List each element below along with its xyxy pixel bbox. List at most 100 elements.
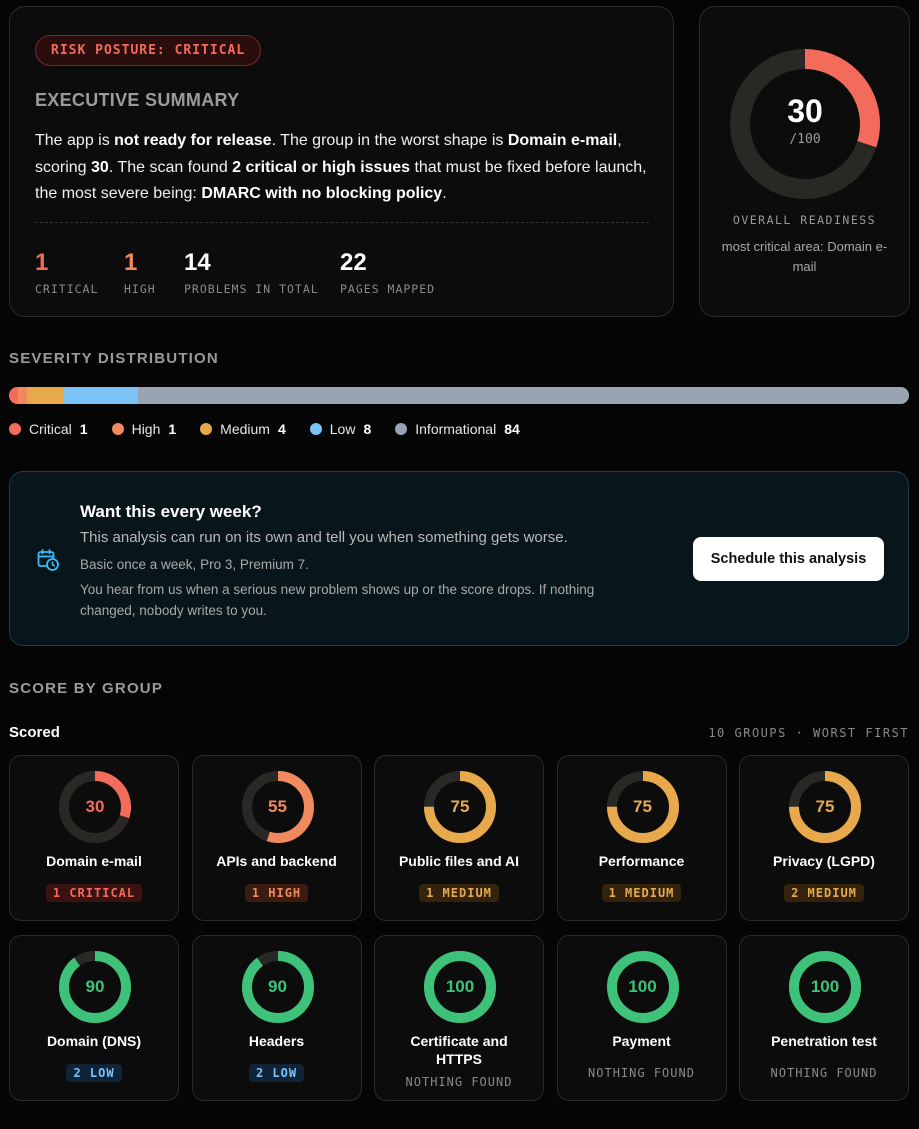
group-score: 75: [815, 797, 835, 816]
summary-text-emphasis: 30: [91, 158, 109, 176]
group-score: 100: [810, 977, 840, 996]
legend-item-low: Low 8: [309, 421, 372, 437]
group-card[interactable]: 75 Privacy (LGPD) 2 MEDIUM: [739, 755, 909, 921]
stat-total-value: 14: [184, 249, 211, 276]
severity-bar: [9, 387, 909, 404]
group-score: 75: [450, 797, 470, 816]
schedule-analysis-button[interactable]: Schedule this analysis: [693, 537, 884, 581]
group-status-badge: 2 LOW: [66, 1064, 122, 1082]
severity-segment-high: [18, 387, 28, 404]
risk-posture-badge: RISK POSTURE: CRITICAL: [35, 35, 262, 66]
group-card[interactable]: 30 Domain e-mail 1 CRITICAL: [9, 755, 179, 921]
summary-text-part: The app is: [35, 132, 115, 149]
readiness-label: OVERALL READINESS: [732, 213, 877, 227]
legend-dot: [200, 423, 213, 435]
group-name: Headers: [248, 1033, 305, 1049]
group-status-badge: 1 MEDIUM: [419, 884, 499, 902]
readiness-max: /100: [789, 132, 821, 147]
overall-readiness-card: 30 /100 OVERALL READINESS most critical …: [699, 6, 910, 317]
legend-item-medium: Medium 4: [200, 421, 286, 437]
readiness-critical-area: most critical area: Domain e-mail: [721, 239, 888, 274]
legend-item-high: High 1: [111, 421, 177, 437]
group-name: APIs and backend: [216, 853, 337, 869]
group-card[interactable]: 55 APIs and backend 1 HIGH: [191, 755, 362, 921]
stat-total-label: PROBLEMS IN TOTAL: [184, 282, 319, 296]
legend-dot: [111, 423, 124, 435]
legend-label: High: [131, 421, 161, 437]
calendar-clock-icon: [37, 549, 59, 571]
legend-label: Critical: [29, 421, 72, 437]
group-badge-wrap: 2 LOW: [10, 1064, 178, 1082]
severity-segment-low: [64, 387, 138, 404]
severity-distribution-heading: SEVERITY DISTRIBUTION: [9, 350, 219, 367]
group-card[interactable]: 75 Performance 1 MEDIUM: [556, 755, 727, 921]
stat-high-value: 1: [124, 249, 138, 276]
group-card[interactable]: 75 Public files and AI 1 MEDIUM: [374, 755, 544, 921]
group-name: Public files and AI: [398, 853, 520, 869]
legend-label: Low: [329, 421, 356, 437]
legend-dot: [395, 423, 408, 435]
group-card[interactable]: 90 Headers 2 LOW: [191, 935, 362, 1101]
group-name: Domain e-mail: [46, 853, 142, 869]
legend-count: 1: [79, 421, 88, 437]
summary-text-part: . The group in the worst shape is: [271, 132, 508, 149]
group-score: 30: [85, 797, 105, 816]
schedule-notice: You hear from us when a serious new prob…: [80, 582, 595, 618]
stat-pages-label: PAGES MAPPED: [340, 282, 436, 296]
legend-item-informational: Informational 84: [395, 421, 520, 437]
readiness-score: 30: [787, 93, 823, 129]
group-score: 100: [445, 977, 475, 996]
summary-text-part: that must be fixed before launch,: [410, 158, 647, 176]
schedule-title: Want this every week?: [80, 502, 262, 521]
group-card[interactable]: 100 Payment NOTHING FOUND: [556, 935, 727, 1101]
summary-text-emphasis: DMARC with no blocking policy: [201, 185, 443, 202]
summary-text-part: scoring: [35, 158, 92, 176]
group-badge-wrap: NOTHING FOUND: [740, 1064, 908, 1082]
schedule-plans: Basic once a week, Pro 3, Premium 7.: [80, 557, 309, 572]
group-badge-wrap: NOTHING FOUND: [558, 1064, 726, 1082]
group-card[interactable]: 90 Domain (DNS) 2 LOW: [9, 935, 179, 1101]
schedule-description: This analysis can run on its own and tel…: [80, 529, 568, 546]
summary-text-part: .: [442, 185, 447, 202]
group-badge-wrap: 2 MEDIUM: [740, 884, 908, 902]
group-badge-wrap: NOTHING FOUND: [375, 1073, 543, 1091]
group-grid: 30 Domain e-mail 1 CRITICAL 55 APIs and back…: [9, 755, 909, 1101]
stat-critical-label: CRITICAL: [35, 282, 99, 296]
group-card[interactable]: 100 Certificate and HTTPS NOTHING FOUND: [374, 935, 544, 1101]
group-status-badge: 1 HIGH: [244, 884, 309, 902]
stat-pages-value: 22: [340, 249, 367, 276]
executive-summary-card: RISK POSTURE: CRITICAL EXECUTIVE SUMMARY…: [9, 6, 674, 317]
summary-divider: [35, 222, 649, 223]
stat-high: 1 HIGH: [124, 249, 156, 297]
score-by-group-heading: SCORE BY GROUP: [9, 680, 164, 697]
executive-summary-heading: EXECUTIVE SUMMARY: [35, 90, 240, 110]
stat-critical-value: 1: [35, 249, 49, 276]
summary-text-part: the most severe being:: [35, 185, 202, 202]
legend-count: 4: [277, 421, 286, 437]
legend-dot: [9, 423, 21, 435]
legend-count: 8: [363, 421, 372, 437]
legend-count: 1: [168, 421, 177, 437]
group-score: 90: [85, 977, 105, 996]
stat-total: 14 PROBLEMS IN TOTAL: [184, 249, 319, 297]
group-status-badge: NOTHING FOUND: [405, 1075, 513, 1089]
group-card[interactable]: 100 Penetration test NOTHING FOUND: [739, 935, 909, 1101]
group-score: 75: [633, 797, 652, 816]
groups-meta: 10 GROUPS · WORST FIRST: [708, 726, 909, 740]
group-score: 100: [628, 977, 657, 996]
severity-segment-informational: [137, 387, 909, 404]
summary-text-part: . The scan found: [108, 158, 233, 176]
group-status-badge: NOTHING FOUND: [770, 1066, 878, 1080]
legend-label: Medium: [220, 421, 270, 437]
group-score: 90: [268, 977, 287, 996]
group-status-badge: 2 LOW: [248, 1064, 305, 1082]
stat-critical: 1 CRITICAL: [35, 249, 99, 297]
scored-label: Scored: [9, 724, 60, 741]
group-badge-wrap: 1 MEDIUM: [375, 884, 543, 902]
group-name: Certificate and HTTPS: [410, 1033, 508, 1067]
group-name: Domain (DNS): [46, 1033, 142, 1049]
group-badge-wrap: 2 LOW: [193, 1064, 361, 1082]
severity-segment-medium: [27, 387, 65, 404]
group-status-badge: NOTHING FOUND: [588, 1066, 695, 1080]
group-name: Performance: [598, 853, 685, 869]
